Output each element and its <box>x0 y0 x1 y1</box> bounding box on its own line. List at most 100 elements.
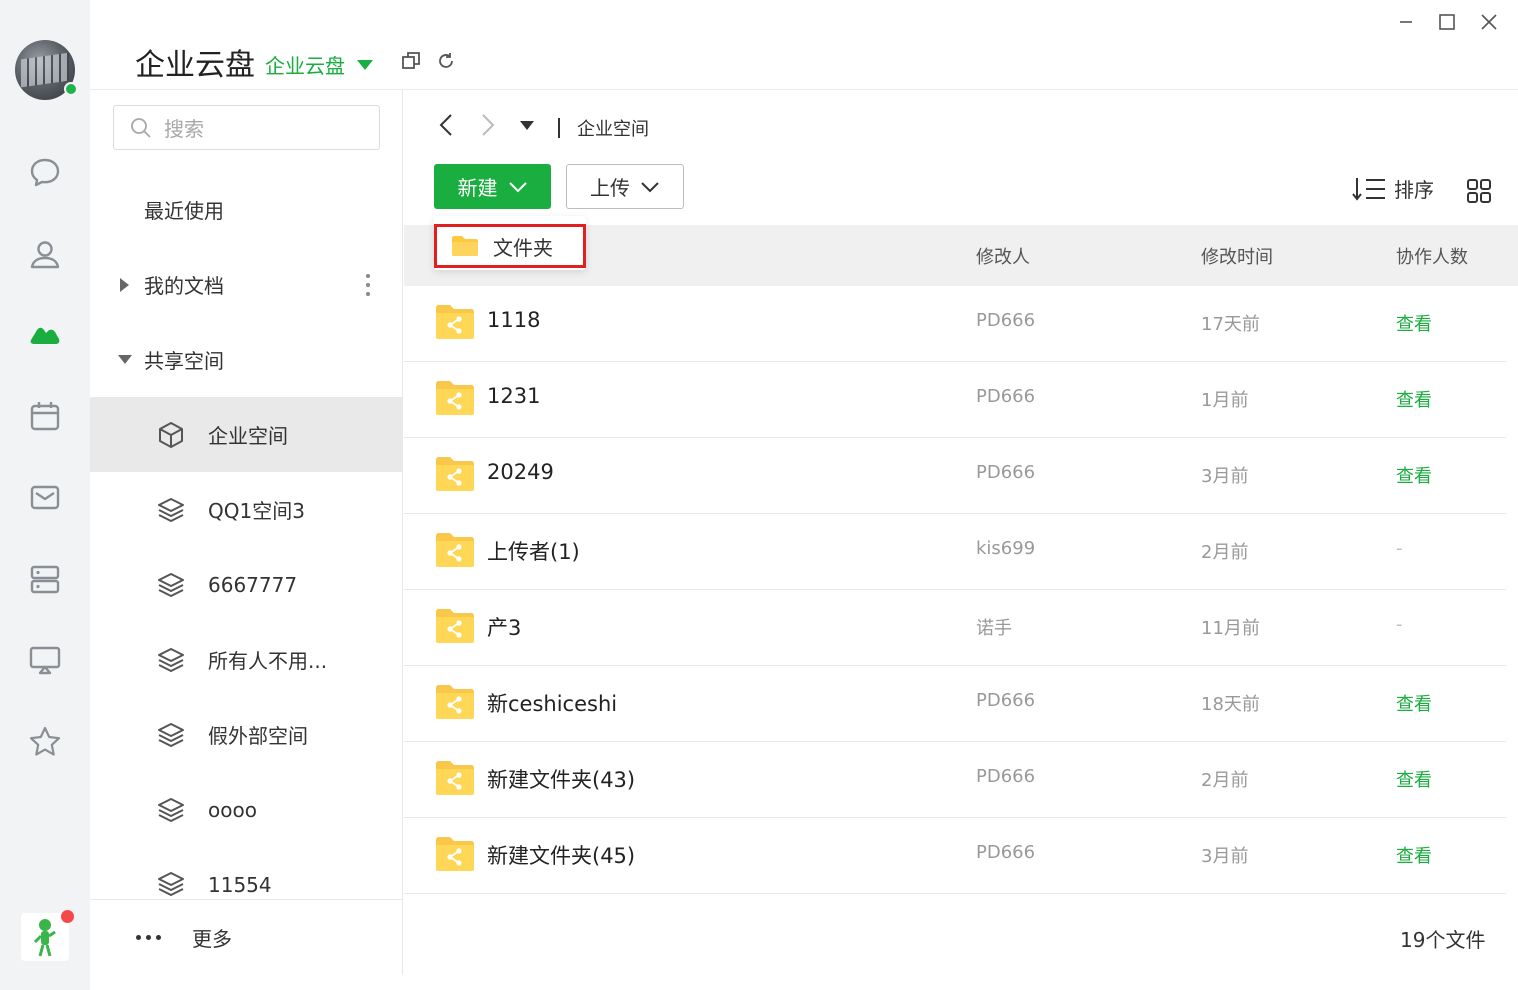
sidebar-item-label: 共享空间 <box>144 349 224 373</box>
sidebar-item-shared[interactable]: 共享空间 <box>90 322 402 397</box>
caret-down-icon[interactable] <box>118 355 132 364</box>
collaborators-link[interactable]: 查看 <box>1396 690 1432 716</box>
collaborators-link[interactable]: 查看 <box>1396 766 1432 792</box>
new-folder-menu-item[interactable]: 文件夹 <box>434 224 586 268</box>
sidebar-space-item[interactable]: oooo <box>90 772 402 847</box>
more-button[interactable]: 更多 <box>90 899 402 975</box>
cube-icon <box>159 421 183 448</box>
folder-icon <box>452 236 478 256</box>
collaborators-link[interactable]: 查看 <box>1396 310 1432 336</box>
meeting-icon[interactable] <box>25 640 65 680</box>
shared-folder-icon <box>436 685 474 719</box>
breadcrumb-divider <box>558 118 560 138</box>
column-header-modified-time[interactable]: 修改时间 <box>1201 243 1273 269</box>
calendar-icon[interactable] <box>25 396 65 436</box>
collaborators-link: - <box>1396 538 1403 559</box>
maximize-button[interactable] <box>1433 8 1461 36</box>
search-input[interactable]: 搜索 <box>113 105 380 150</box>
collaborators-link[interactable]: 查看 <box>1396 842 1432 868</box>
sort-button[interactable]: 排序 <box>1352 174 1434 203</box>
shared-folder-icon <box>436 761 474 795</box>
table-row[interactable]: 新建文件夹(43) PD666 2月前 查看 <box>404 742 1506 818</box>
sidebar-space-item[interactable]: 假外部空间 <box>90 697 402 772</box>
file-modifier: PD666 <box>976 690 1036 711</box>
table-row[interactable]: 新ceshiceshi PD666 18天前 查看 <box>404 666 1506 742</box>
table-row[interactable]: 上传者(1) kis699 2月前 - <box>404 514 1506 590</box>
layers-icon <box>158 647 184 672</box>
file-name[interactable]: 新建文件夹(43) <box>487 764 635 794</box>
file-name[interactable]: 1231 <box>487 384 540 408</box>
table-row[interactable]: 20249 PD666 3月前 查看 <box>404 438 1506 514</box>
sidebar-space-item[interactable]: 6667777 <box>90 547 402 622</box>
column-header-modifier[interactable]: 修改人 <box>976 243 1030 269</box>
upload-button-label: 上传 <box>590 176 630 200</box>
main-content: 企业空间 新建 上传 排序 修改人 修改时间 协作人数 文件夹 1118 PD66… <box>404 90 1518 990</box>
new-button[interactable]: 新建 <box>434 164 551 209</box>
space-label: 企业空间 <box>208 424 288 448</box>
cloud-drive-icon[interactable] <box>25 316 65 356</box>
app-rail <box>0 0 90 990</box>
sort-icon <box>1352 177 1385 201</box>
sidebar-space-item[interactable]: QQ1空间3 <box>90 472 402 547</box>
new-dropdown-menu: 文件夹 <box>434 216 586 270</box>
sidebar: 搜索 最近使用 我的文档 共享空间 企业空间 QQ1空间3 6667777 所有… <box>90 90 403 975</box>
file-name[interactable]: 上传者(1) <box>487 536 580 566</box>
sidebar-item-my-docs[interactable]: 我的文档 <box>90 247 402 322</box>
file-modifier: PD666 <box>976 310 1036 331</box>
caret-right-icon[interactable] <box>120 277 129 292</box>
history-dropdown-icon[interactable] <box>514 112 540 138</box>
sidebar-item-label: 我的文档 <box>144 274 224 298</box>
column-header-collaborators[interactable]: 协作人数 <box>1396 243 1468 269</box>
forward-arrow-icon[interactable] <box>474 112 500 138</box>
table-row[interactable]: 新建文件夹(45) PD666 3月前 查看 <box>404 818 1506 894</box>
table-row[interactable]: 1231 PD666 1月前 查看 <box>404 362 1506 438</box>
layers-icon <box>158 497 184 522</box>
layers-icon <box>158 572 184 597</box>
file-modifier: PD666 <box>976 766 1036 787</box>
shared-folder-icon <box>436 533 474 567</box>
sidebar-space-item[interactable]: 所有人不用... <box>90 622 402 697</box>
table-row[interactable]: 产3 诺手 11月前 - <box>404 590 1506 666</box>
app-switcher[interactable]: 企业云盘 <box>265 50 373 79</box>
upload-button[interactable]: 上传 <box>566 164 684 209</box>
new-button-label: 新建 <box>457 176 498 200</box>
workbench-icon[interactable] <box>25 559 65 599</box>
mail-icon[interactable] <box>25 477 65 517</box>
refresh-icon[interactable] <box>435 50 457 72</box>
contacts-icon[interactable] <box>25 234 65 274</box>
chat-icon[interactable] <box>25 152 65 192</box>
file-name[interactable]: 1118 <box>487 308 540 332</box>
menu-item-label: 文件夹 <box>493 235 553 260</box>
open-window-icon[interactable] <box>400 50 422 72</box>
file-modified-time: 18天前 <box>1201 694 1260 715</box>
close-button[interactable] <box>1475 8 1503 36</box>
breadcrumb[interactable]: 企业空间 <box>577 115 649 141</box>
more-options-icon[interactable] <box>366 273 370 296</box>
app-switcher-label: 企业云盘 <box>265 54 345 78</box>
online-status-dot <box>64 82 78 96</box>
collaborators-link[interactable]: 查看 <box>1396 386 1432 412</box>
file-modifier: PD666 <box>976 842 1036 863</box>
file-modifier: 诺手 <box>976 618 1012 639</box>
sidebar-item-recent[interactable]: 最近使用 <box>90 172 402 247</box>
file-name[interactable]: 产3 <box>487 612 521 642</box>
more-label: 更多 <box>192 927 232 951</box>
sort-label: 排序 <box>1394 178 1434 202</box>
back-arrow-icon[interactable] <box>434 112 460 138</box>
file-name[interactable]: 新ceshiceshi <box>487 688 617 718</box>
layers-icon <box>158 797 184 822</box>
shared-folder-icon <box>436 305 474 339</box>
table-row[interactable]: 1118 PD666 17天前 查看 <box>404 286 1506 362</box>
grid-view-icon[interactable] <box>1466 178 1492 204</box>
file-name[interactable]: 20249 <box>487 460 554 484</box>
collaborators-link[interactable]: 查看 <box>1396 462 1432 488</box>
sidebar-space-item[interactable]: 企业空间 <box>90 397 402 472</box>
file-modified-time: 1月前 <box>1201 390 1249 411</box>
file-name[interactable]: 新建文件夹(45) <box>487 840 635 870</box>
favorites-icon[interactable] <box>25 722 65 762</box>
minimize-button[interactable] <box>1392 8 1420 36</box>
chevron-down-icon <box>508 181 527 192</box>
sidebar-space-item[interactable]: 11554 <box>90 847 402 899</box>
sidebar-item-label: 最近使用 <box>144 199 224 223</box>
shared-folder-icon <box>436 381 474 415</box>
